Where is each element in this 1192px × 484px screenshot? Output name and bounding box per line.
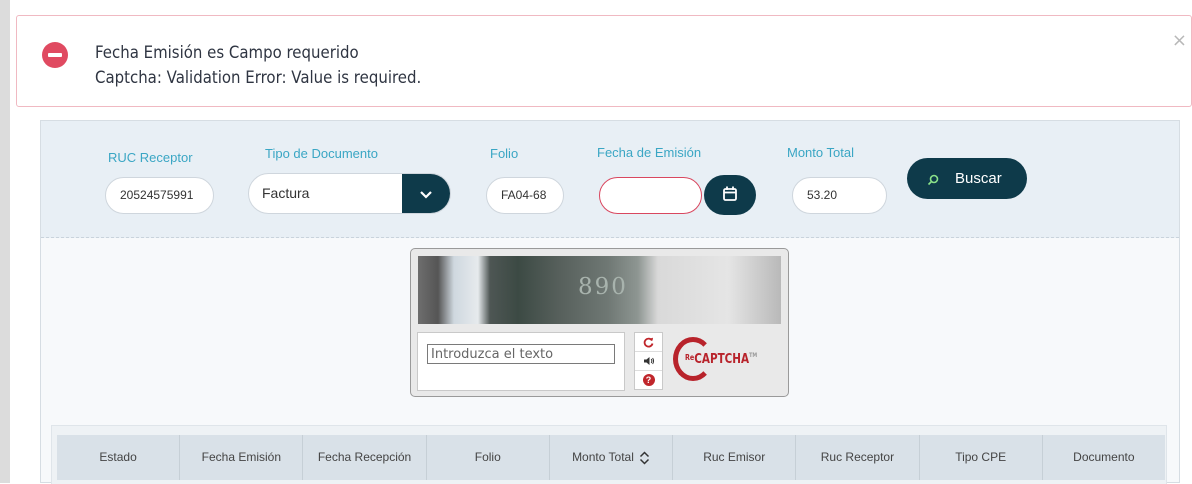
left-rail xyxy=(0,0,10,483)
buscar-button[interactable]: Buscar xyxy=(907,158,1027,199)
ruc-receptor-label: RUC Receptor xyxy=(108,150,193,165)
column-header-documento[interactable]: Documento xyxy=(1043,435,1165,480)
sort-icon[interactable] xyxy=(639,451,650,465)
captcha-input-box xyxy=(417,332,625,391)
search-icon xyxy=(927,158,939,199)
refresh-icon[interactable] xyxy=(635,333,662,352)
alert-message-captcha: Captcha: Validation Error: Value is requ… xyxy=(95,68,422,88)
search-panel: RUC Receptor 20524575991 Tipo de Documen… xyxy=(40,120,1180,484)
recaptcha-logo-text: ReCAPTCHATM xyxy=(685,352,758,367)
tipo-documento-label: Tipo de Documento xyxy=(265,146,378,161)
calendar-icon[interactable] xyxy=(704,175,756,215)
filter-bar: RUC Receptor 20524575991 Tipo de Documen… xyxy=(41,121,1179,238)
help-icon[interactable]: ? xyxy=(635,371,662,390)
column-header-tipo-cpe[interactable]: Tipo CPE xyxy=(920,435,1043,480)
captcha-input[interactable] xyxy=(427,344,615,364)
error-alert: Fecha Emisión es Campo requerido Captcha… xyxy=(16,15,1192,107)
audio-icon[interactable] xyxy=(635,352,662,371)
fecha-emision-label: Fecha de Emisión xyxy=(597,145,702,160)
folio-label: Folio xyxy=(490,146,519,161)
column-header-monto-total[interactable]: Monto Total xyxy=(550,435,674,480)
recaptcha-logo: ReCAPTCHATM xyxy=(673,337,773,385)
alert-message-fecha: Fecha Emisión es Campo requerido xyxy=(95,43,359,63)
alert-messages: Fecha Emisión es Campo requerido Captcha… xyxy=(95,41,421,91)
fecha-emision-input[interactable] xyxy=(599,177,702,214)
monto-total-input[interactable]: 53.20 xyxy=(792,177,887,214)
error-minus-icon xyxy=(42,42,68,68)
column-header-ruc-receptor[interactable]: Ruc Receptor xyxy=(796,435,920,480)
captcha-tools: ? xyxy=(634,332,663,390)
column-header-folio[interactable]: Folio xyxy=(427,435,550,480)
chevron-down-icon[interactable] xyxy=(402,174,450,213)
close-icon[interactable]: × xyxy=(1172,30,1187,51)
folio-input[interactable]: FA04-68 xyxy=(486,177,564,214)
captcha-widget: 890 ? ReCAPTCHATM xyxy=(410,248,789,397)
monto-total-header-label: Monto Total xyxy=(572,450,634,464)
ruc-receptor-input[interactable]: 20524575991 xyxy=(105,177,214,214)
table-header: Estado Fecha Emisión Fecha Recepción Fol… xyxy=(57,435,1165,480)
results-table: Estado Fecha Emisión Fecha Recepción Fol… xyxy=(51,425,1167,484)
buscar-label: Buscar xyxy=(955,170,1002,187)
tipo-documento-select[interactable]: Factura xyxy=(248,173,451,214)
monto-total-label: Monto Total xyxy=(787,145,854,160)
column-header-estado[interactable]: Estado xyxy=(57,435,181,480)
column-header-fecha-recepcion[interactable]: Fecha Recepción xyxy=(303,435,427,480)
column-header-ruc-emisor[interactable]: Ruc Emisor xyxy=(673,435,797,480)
captcha-challenge-text: 890 xyxy=(578,274,628,300)
captcha-image: 890 xyxy=(418,256,781,324)
column-header-fecha-emision[interactable]: Fecha Emisión xyxy=(180,435,304,480)
tipo-documento-value: Factura xyxy=(262,185,310,201)
